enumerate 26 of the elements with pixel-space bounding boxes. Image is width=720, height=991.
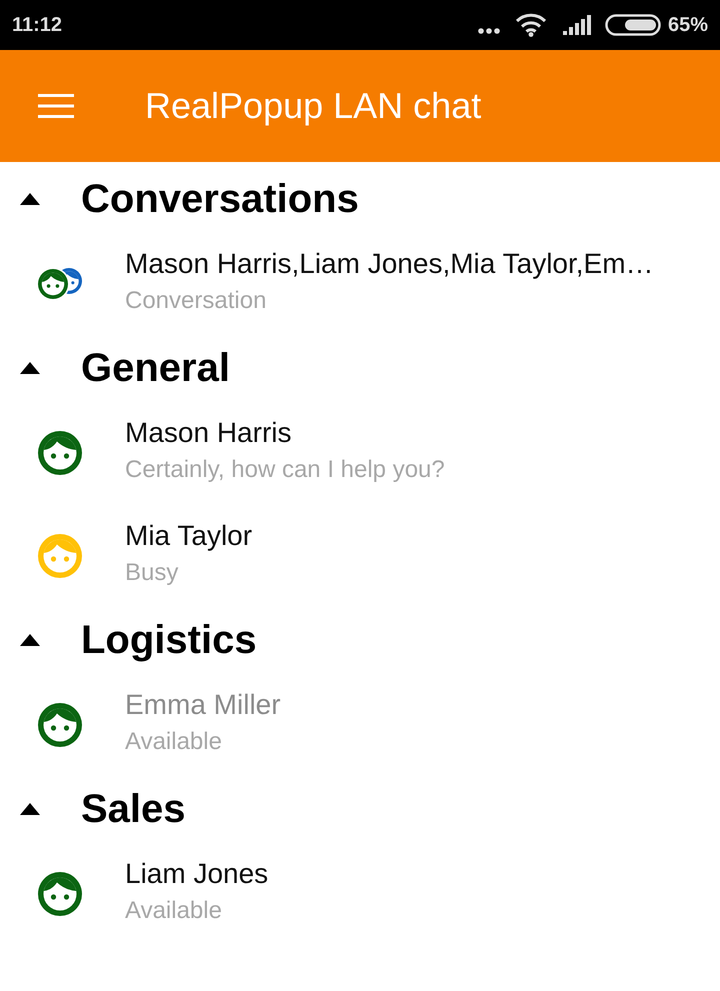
- caret-icon[interactable]: [20, 193, 40, 205]
- group-title: Conversations: [81, 176, 359, 222]
- battery-icon: [604, 14, 661, 36]
- contact-name[interactable]: Liam Jones: [125, 857, 268, 891]
- caret-icon[interactable]: [20, 803, 40, 815]
- battery-percent: 65%: [668, 14, 708, 36]
- subtitle-text: Available: [125, 896, 222, 926]
- group-title: Logistics: [81, 618, 257, 662]
- contact-name[interactable]: Mia Taylor: [125, 519, 252, 553]
- subtitle-text: Certainly, how can I help you?: [125, 455, 445, 485]
- group-title: Sales: [81, 786, 186, 832]
- status-time: 11:12: [12, 14, 62, 36]
- menu-icon[interactable]: [38, 94, 74, 118]
- subtitle-text: Available: [125, 727, 222, 757]
- conversation-icon: [38, 268, 82, 300]
- group-title: General: [81, 346, 230, 390]
- app-title: RealPopup LAN chat: [145, 85, 482, 127]
- wifi-icon: [514, 13, 547, 37]
- signal-icon: [562, 15, 592, 35]
- conversation-title[interactable]: Mason Harris,Liam Jones,Mia Taylor,Em…: [125, 247, 654, 281]
- more-dots-icon: [478, 28, 500, 34]
- caret-icon[interactable]: [20, 634, 40, 646]
- subtitle-text: Conversation: [125, 286, 266, 316]
- subtitle-text: Busy: [125, 558, 178, 588]
- caret-icon[interactable]: [20, 362, 40, 374]
- contact-name[interactable]: Mason Harris: [125, 416, 292, 450]
